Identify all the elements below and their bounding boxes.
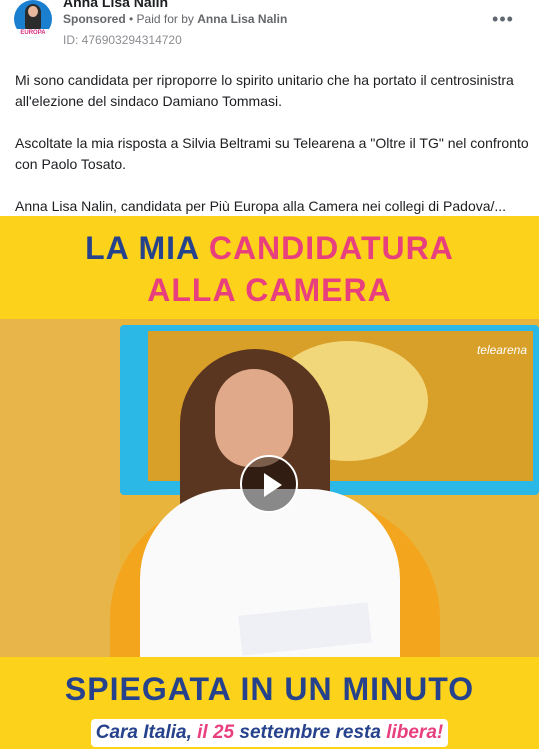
ad-id: ID: 476903294314720 [63,33,182,47]
caption-paragraph-1: Mi sono candidata per riproporre lo spir… [15,72,514,109]
post-header: EUROPA Anna Lisa Nalin Sponsored • Paid … [0,0,539,56]
banner-part-1: Cara Italia, [95,722,198,743]
headline-part-1: LA MIA [85,230,209,266]
banner-part-4: libera! [386,722,444,743]
channel-watermark: telearena [476,343,527,357]
post-caption: Mi sono candidata per riproporre lo spir… [15,70,530,238]
sponsored-line: Sponsored • Paid for by Anna Lisa Nalin [63,12,287,26]
headline-part-2: CANDIDATURA [208,230,454,266]
caption-paragraph-3: Anna Lisa Nalin, candidata per Più Europ… [15,198,507,214]
play-triangle [264,473,282,497]
headline-line-2: ALLA CAMERA [147,272,392,308]
headline-line-1: LA MIA CANDIDATURA [0,230,539,267]
banner-part-2: il 25 [197,722,235,743]
speaker-face [215,369,293,467]
sponsored-label: Sponsored [63,12,126,26]
banner-part-3: settembre resta [234,722,387,743]
more-options-icon[interactable]: ••• [491,9,515,29]
video-player[interactable]: telearena [0,319,539,657]
caption-paragraph-2: Ascoltate la mia risposta a Silvia Beltr… [15,135,529,172]
paid-for-name[interactable]: Anna Lisa Nalin [197,12,287,26]
avatar-tag: EUROPA [14,29,52,38]
author-avatar[interactable]: EUROPA [14,0,52,38]
paid-for-prefix: • Paid for by [125,12,198,26]
studio-wall [0,319,120,657]
play-button-icon[interactable] [240,455,298,513]
bottom-headline: SPIEGATA IN UN MINUTO [64,671,475,707]
author-name[interactable]: Anna Lisa Nalin [63,0,168,10]
avatar-face [28,6,38,17]
ad-creative[interactable]: LA MIA CANDIDATURA ALLA CAMERA telearena… [0,216,539,749]
slogan-banner: Cara Italia, il 25 settembre resta liber… [91,719,448,747]
